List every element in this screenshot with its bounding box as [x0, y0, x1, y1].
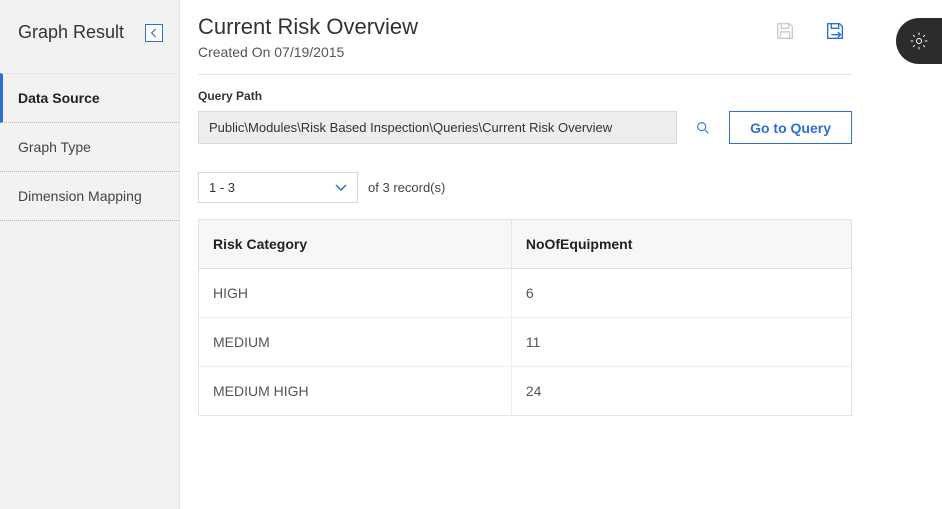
cell-risk-category: MEDIUM HIGH [199, 367, 512, 416]
record-range-value: 1 - 3 [209, 180, 235, 195]
page-title: Current Risk Overview [198, 14, 418, 40]
col-header-risk-category: Risk Category [199, 220, 512, 269]
query-path-input[interactable] [198, 111, 677, 144]
chevron-down-icon [335, 184, 347, 192]
query-path-label: Query Path [198, 89, 852, 103]
export-button[interactable] [824, 20, 846, 42]
save-icon [774, 20, 796, 42]
divider [198, 74, 852, 75]
go-to-query-button[interactable]: Go to Query [729, 111, 852, 144]
sidebar: Graph Result Data Source Graph Type Dime… [0, 0, 180, 509]
record-range-select[interactable]: 1 - 3 [198, 172, 358, 203]
record-count-text: of 3 record(s) [368, 180, 445, 195]
right-gutter [882, 0, 942, 509]
gear-icon [909, 31, 929, 51]
export-icon [824, 20, 846, 42]
sidebar-item-graph-type[interactable]: Graph Type [0, 123, 179, 172]
query-search-button[interactable] [691, 111, 715, 144]
settings-button[interactable] [896, 18, 942, 64]
table-row: MEDIUM 11 [199, 318, 852, 367]
collapse-sidebar-button[interactable] [145, 24, 163, 42]
cell-no-of-equipment: 11 [511, 318, 851, 367]
col-header-no-of-equipment: NoOfEquipment [511, 220, 851, 269]
created-on-text: Created On 07/19/2015 [198, 44, 418, 60]
cell-no-of-equipment: 24 [511, 367, 851, 416]
table-row: HIGH 6 [199, 269, 852, 318]
sidebar-item-data-source[interactable]: Data Source [0, 73, 179, 123]
save-button [774, 20, 796, 42]
cell-no-of-equipment: 6 [511, 269, 851, 318]
sidebar-item-dimension-mapping[interactable]: Dimension Mapping [0, 172, 179, 221]
cell-risk-category: HIGH [199, 269, 512, 318]
table-row: MEDIUM HIGH 24 [199, 367, 852, 416]
main-content: Current Risk Overview Created On 07/19/2… [180, 0, 882, 509]
cell-risk-category: MEDIUM [199, 318, 512, 367]
sidebar-title: Graph Result [18, 22, 124, 43]
results-table: Risk Category NoOfEquipment HIGH 6 MEDIU… [198, 219, 852, 416]
chevron-left-icon [150, 28, 158, 38]
search-icon [695, 120, 711, 136]
